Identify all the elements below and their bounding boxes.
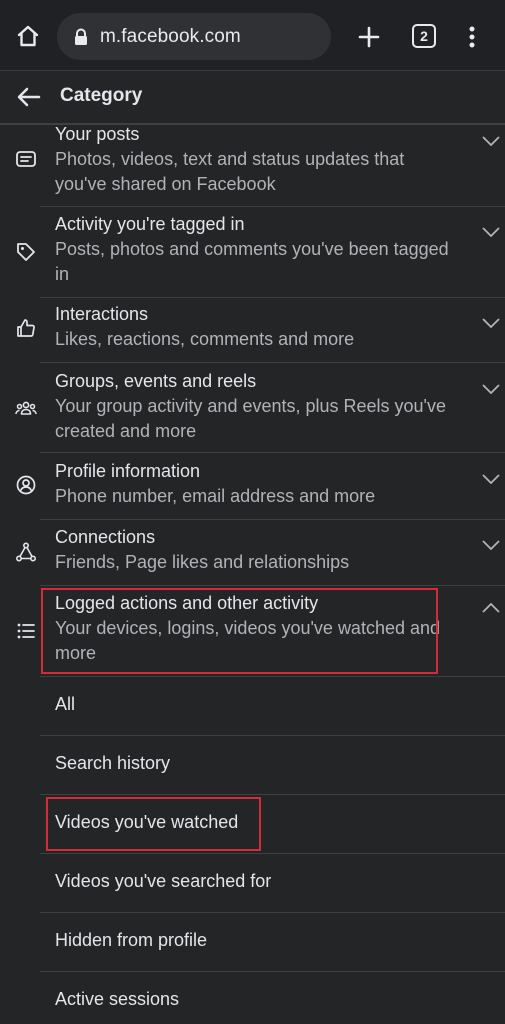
home-icon[interactable] bbox=[14, 22, 42, 50]
category-description: Phone number, email address and more bbox=[55, 486, 376, 506]
posts-icon bbox=[14, 148, 38, 172]
chevron-down-icon[interactable] bbox=[480, 224, 502, 240]
subitem-label: Active sessions bbox=[55, 989, 180, 1009]
category-interactions[interactable]: Interactions Likes, reactions, comments … bbox=[0, 298, 505, 362]
category-title: Interactions bbox=[55, 304, 149, 324]
subitem-active-sessions[interactable]: Active sessions bbox=[0, 972, 505, 1024]
category-groups-events-reels[interactable]: Groups, events and reels Your group acti… bbox=[0, 363, 505, 452]
chevron-down-icon[interactable] bbox=[480, 471, 502, 487]
chevron-down-icon[interactable] bbox=[480, 537, 502, 553]
category-description: Photos, videos, text and status updates … bbox=[55, 149, 405, 194]
chevron-down-icon[interactable] bbox=[480, 381, 502, 397]
highlight-box bbox=[46, 797, 261, 851]
subitem-label: All bbox=[55, 694, 76, 714]
category-description: Posts, photos and comments you've been t… bbox=[55, 239, 449, 284]
thumbs-up-icon bbox=[14, 316, 38, 340]
page-title: Category bbox=[60, 85, 143, 106]
back-arrow-icon[interactable] bbox=[14, 83, 44, 111]
subitem-label: Search history bbox=[55, 753, 171, 773]
subitem-videos-searched[interactable]: Videos you've searched for bbox=[0, 854, 505, 912]
category-description: Likes, reactions, comments and more bbox=[55, 329, 355, 349]
list-icon bbox=[14, 619, 38, 643]
profile-icon bbox=[14, 473, 38, 497]
tab-switcher-button[interactable]: 2 bbox=[412, 24, 436, 48]
lock-icon bbox=[74, 28, 88, 46]
category-title: Connections bbox=[55, 527, 156, 547]
subitem-label: Hidden from profile bbox=[55, 930, 208, 950]
more-vert-icon[interactable] bbox=[462, 22, 482, 52]
highlight-box bbox=[41, 588, 438, 674]
category-your-posts[interactable]: Your posts Photos, videos, text and stat… bbox=[0, 122, 505, 206]
category-title: Activity you're tagged in bbox=[55, 214, 245, 234]
chevron-down-icon[interactable] bbox=[480, 133, 502, 149]
connections-icon bbox=[14, 540, 38, 564]
subitem-search-history[interactable]: Search history bbox=[0, 736, 505, 794]
browser-toolbar: m.facebook.com 2 bbox=[0, 0, 505, 71]
tag-icon bbox=[14, 240, 38, 264]
category-description: Friends, Page likes and relationships bbox=[55, 552, 350, 572]
category-description: Your group activity and events, plus Ree… bbox=[55, 396, 446, 441]
chevron-down-icon[interactable] bbox=[480, 315, 502, 331]
category-connections[interactable]: Connections Friends, Page likes and rela… bbox=[0, 520, 505, 585]
category-title: Profile information bbox=[55, 461, 201, 481]
category-activity-tagged[interactable]: Activity you're tagged in Posts, photos … bbox=[0, 207, 505, 297]
new-tab-icon[interactable] bbox=[354, 22, 384, 52]
chevron-up-icon[interactable] bbox=[480, 600, 502, 616]
subitem-all[interactable]: All bbox=[0, 677, 505, 735]
address-bar[interactable]: m.facebook.com bbox=[57, 13, 331, 60]
groups-icon bbox=[14, 396, 38, 420]
subitem-label: Videos you've searched for bbox=[55, 871, 272, 891]
category-title: Groups, events and reels bbox=[55, 371, 257, 391]
page-header: Category bbox=[0, 71, 505, 125]
category-profile-information[interactable]: Profile information Phone number, email … bbox=[0, 453, 505, 519]
subitem-hidden-from-profile[interactable]: Hidden from profile bbox=[0, 913, 505, 971]
category-title: Your posts bbox=[55, 124, 140, 144]
url-text: m.facebook.com bbox=[100, 25, 241, 47]
